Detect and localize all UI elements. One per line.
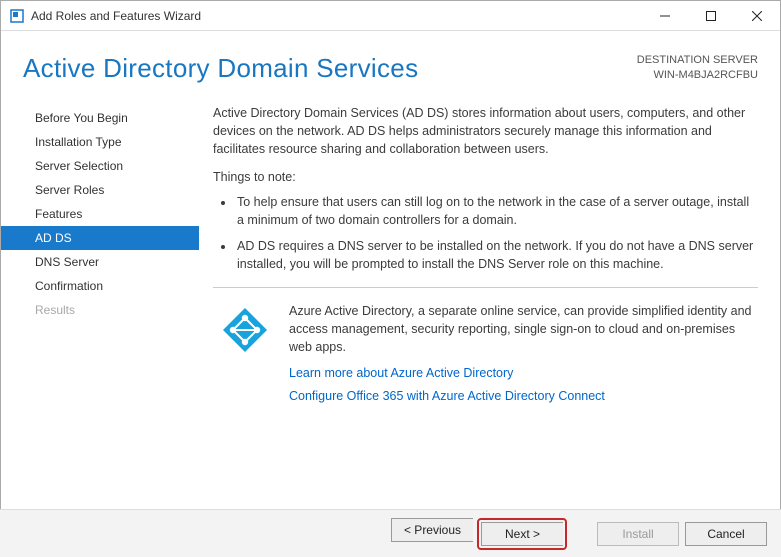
page-title: Active Directory Domain Services: [23, 53, 418, 84]
sidebar-item-ad-ds[interactable]: AD DS: [1, 226, 199, 250]
destination-value: WIN-M4BJA2RCFBU: [637, 68, 758, 83]
maximize-button[interactable]: [688, 1, 734, 31]
azure-text: Azure Active Directory, a separate onlin…: [289, 302, 758, 409]
window-controls: [642, 1, 780, 31]
next-button-highlight: Next >: [477, 518, 567, 550]
titlebar: Add Roles and Features Wizard: [1, 1, 780, 31]
sidebar-item-server-selection[interactable]: Server Selection: [1, 154, 199, 178]
wizard-content: Active Directory Domain Services (AD DS)…: [199, 98, 762, 522]
sidebar-item-features[interactable]: Features: [1, 202, 199, 226]
divider: [213, 287, 758, 288]
notes-title: Things to note:: [213, 168, 758, 186]
wizard-sidebar: Before You Begin Installation Type Serve…: [1, 98, 199, 522]
azure-configure-link[interactable]: Configure Office 365 with Azure Active D…: [289, 387, 758, 405]
next-button[interactable]: Next >: [481, 522, 563, 546]
wizard-header: Active Directory Domain Services DESTINA…: [1, 31, 780, 92]
notes-list: To help ensure that users can still log …: [213, 193, 758, 274]
install-button: Install: [597, 522, 679, 546]
cancel-button[interactable]: Cancel: [685, 522, 767, 546]
sidebar-item-before-you-begin[interactable]: Before You Begin: [1, 106, 199, 130]
sidebar-item-server-roles[interactable]: Server Roles: [1, 178, 199, 202]
azure-ad-icon: [219, 304, 271, 356]
app-icon: [9, 8, 25, 24]
note-item: AD DS requires a DNS server to be instal…: [235, 237, 758, 273]
intro-text: Active Directory Domain Services (AD DS)…: [213, 104, 758, 158]
destination-server: DESTINATION SERVER WIN-M4BJA2RCFBU: [637, 53, 758, 84]
previous-button[interactable]: < Previous: [391, 518, 473, 542]
note-item: To help ensure that users can still log …: [235, 193, 758, 229]
destination-label: DESTINATION SERVER: [637, 53, 758, 68]
sidebar-item-installation-type[interactable]: Installation Type: [1, 130, 199, 154]
minimize-button[interactable]: [642, 1, 688, 31]
wizard-footer: < Previous Next > Install Cancel: [0, 509, 781, 557]
azure-description: Azure Active Directory, a separate onlin…: [289, 302, 758, 356]
wizard-body: Before You Begin Installation Type Serve…: [1, 92, 780, 522]
window-title: Add Roles and Features Wizard: [31, 9, 201, 23]
azure-learn-more-link[interactable]: Learn more about Azure Active Directory: [289, 364, 758, 382]
sidebar-item-dns-server[interactable]: DNS Server: [1, 250, 199, 274]
sidebar-item-results: Results: [1, 298, 199, 322]
close-button[interactable]: [734, 1, 780, 31]
sidebar-item-confirmation[interactable]: Confirmation: [1, 274, 199, 298]
nav-button-group: < Previous Next >: [391, 518, 571, 550]
azure-info: Azure Active Directory, a separate onlin…: [213, 302, 758, 409]
